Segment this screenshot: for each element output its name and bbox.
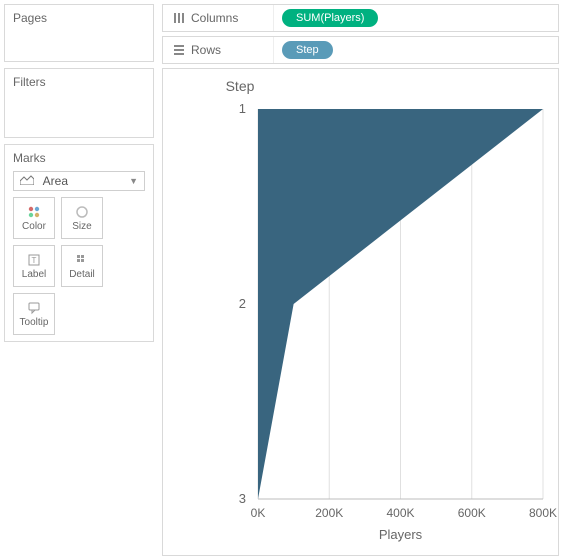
chart-title: Step	[226, 78, 255, 94]
rows-shelf[interactable]: Rows Step	[162, 36, 559, 64]
columns-shelf-label: Columns	[191, 11, 238, 25]
mark-type-label: Area	[43, 174, 68, 188]
marks-tooltip-label: Tooltip	[20, 317, 49, 328]
tooltip-icon	[27, 301, 41, 315]
shelves: Columns SUM(Players) Rows Step	[158, 0, 563, 64]
svg-text:T: T	[32, 256, 37, 265]
marks-color-button[interactable]: Color	[13, 197, 55, 239]
columns-shelf-body[interactable]: SUM(Players)	[274, 5, 558, 31]
chevron-down-icon: ▼	[129, 176, 138, 186]
columns-icon	[173, 12, 185, 24]
area-icon	[20, 175, 34, 185]
columns-shelf[interactable]: Columns SUM(Players)	[162, 4, 559, 32]
left-sidebar: Pages Filters Marks Area ▼	[0, 0, 158, 560]
marks-label-label: Label	[22, 269, 46, 280]
x-tick-label: 400K	[386, 506, 414, 520]
pages-title: Pages	[13, 11, 145, 25]
x-axis-title: Players	[379, 527, 423, 542]
rows-pill[interactable]: Step	[282, 41, 333, 59]
marks-color-label: Color	[22, 221, 46, 232]
filters-panel: Filters	[4, 68, 154, 138]
mark-type-dropdown[interactable]: Area ▼	[13, 171, 145, 191]
marks-title: Marks	[13, 151, 145, 165]
color-icon	[27, 205, 41, 219]
rows-shelf-body[interactable]: Step	[274, 37, 558, 63]
chart-svg: Step 0K 200K 400K 600K 800K 1 2 3 Players	[163, 69, 558, 556]
rows-icon	[173, 44, 185, 56]
marks-tooltip-button[interactable]: Tooltip	[13, 293, 55, 335]
rows-shelf-label-wrap: Rows	[163, 37, 274, 63]
y-tick-label: 3	[239, 491, 246, 506]
marks-grid: Color Size T Label	[13, 197, 145, 335]
rows-shelf-label: Rows	[191, 43, 221, 57]
app-root: Pages Filters Marks Area ▼	[0, 0, 563, 560]
marks-detail-label: Detail	[69, 269, 95, 280]
right-column: Columns SUM(Players) Rows Step Ste	[158, 0, 563, 560]
marks-label-button[interactable]: T Label	[13, 245, 55, 287]
pages-panel: Pages	[4, 4, 154, 62]
y-tick-label: 2	[239, 296, 246, 311]
marks-detail-button[interactable]: Detail	[61, 245, 103, 287]
chart-viewport: Step 0K 200K 400K 600K 800K 1 2 3 Players	[162, 68, 559, 556]
x-tick-label: 600K	[458, 506, 486, 520]
marks-size-button[interactable]: Size	[61, 197, 103, 239]
x-tick-label: 200K	[315, 506, 343, 520]
x-tick-label: 0K	[251, 506, 266, 520]
marks-size-label: Size	[72, 221, 91, 232]
columns-pill[interactable]: SUM(Players)	[282, 9, 378, 27]
size-icon	[75, 205, 89, 219]
marks-panel: Marks Area ▼ Color	[4, 144, 154, 342]
y-tick-label: 1	[239, 101, 246, 116]
filters-title: Filters	[13, 75, 145, 89]
x-tick-label: 800K	[529, 506, 557, 520]
detail-icon	[75, 253, 89, 267]
label-icon: T	[27, 253, 41, 267]
columns-shelf-label-wrap: Columns	[163, 5, 274, 31]
